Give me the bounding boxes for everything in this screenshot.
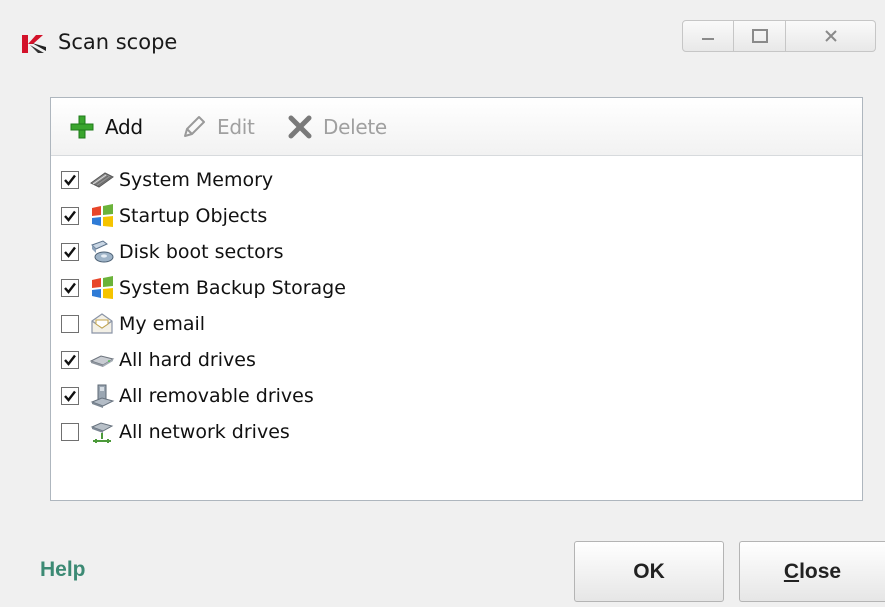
list-item-system-memory[interactable]: System Memory <box>61 162 346 198</box>
email-icon <box>89 311 115 337</box>
window-controls <box>682 20 882 54</box>
item-label: Disk boot sectors <box>119 241 284 263</box>
pencil-icon <box>181 114 207 140</box>
edit-button[interactable]: Edit <box>181 112 255 142</box>
add-button[interactable]: Add <box>69 112 143 142</box>
scan-scope-dialog: Scan scope Add Edit Delete System Memory… <box>0 0 885 607</box>
list-item-startup-objects[interactable]: Startup Objects <box>61 198 346 234</box>
list-item-all-hard-drives[interactable]: All hard drives <box>61 342 346 378</box>
checkbox-all-hard-drives[interactable] <box>61 351 79 369</box>
windows-flag-icon <box>89 203 115 229</box>
ok-label: OK <box>633 559 665 583</box>
close-icon <box>824 30 837 42</box>
edit-label: Edit <box>217 115 255 139</box>
disk-boot-icon <box>89 239 115 265</box>
item-label: All network drives <box>119 421 290 443</box>
list-item-system-backup-storage[interactable]: System Backup Storage <box>61 270 346 306</box>
checkbox-system-backup-storage[interactable] <box>61 279 79 297</box>
kaspersky-logo-icon <box>20 32 48 56</box>
item-label: My email <box>119 313 206 335</box>
item-label: All removable drives <box>119 385 314 407</box>
checkbox-system-memory[interactable] <box>61 171 79 189</box>
maximize-button[interactable] <box>734 20 786 52</box>
window-title: Scan scope <box>58 30 178 54</box>
checkbox-disk-boot-sectors[interactable] <box>61 243 79 261</box>
maximize-icon <box>751 29 768 43</box>
checkbox-startup-objects[interactable] <box>61 207 79 225</box>
memory-chip-icon <box>89 167 115 193</box>
add-label: Add <box>105 115 143 139</box>
item-label: All hard drives <box>119 349 256 371</box>
list-item-all-network-drives[interactable]: All network drives <box>61 414 346 450</box>
close-button[interactable]: Close <box>739 541 885 602</box>
list-item-my-email[interactable]: My email <box>61 306 346 342</box>
close-label-mnemonic: C <box>783 559 800 583</box>
checkbox-all-network-drives[interactable] <box>61 423 79 441</box>
minimize-icon <box>702 38 714 40</box>
ok-button[interactable]: OK <box>574 541 724 602</box>
plus-icon <box>69 114 95 140</box>
network-drive-icon <box>89 419 115 445</box>
checkbox-my-email[interactable] <box>61 315 79 333</box>
list-item-disk-boot-sectors[interactable]: Disk boot sectors <box>61 234 346 270</box>
delete-button[interactable]: Delete <box>287 112 387 142</box>
close-label-rest: lose <box>799 559 842 583</box>
item-label: System Memory <box>119 169 274 191</box>
close-label: Close <box>784 560 841 584</box>
delete-label: Delete <box>323 115 387 139</box>
title-bar: Scan scope <box>0 14 885 76</box>
checkbox-all-removable-drives[interactable] <box>61 387 79 405</box>
minimize-button[interactable] <box>682 20 734 52</box>
removable-drive-icon <box>89 383 115 409</box>
list-item-all-removable-drives[interactable]: All removable drives <box>61 378 346 414</box>
close-window-button[interactable] <box>786 20 876 52</box>
scan-scope-panel: Add Edit Delete System Memory Startup Ob… <box>50 97 863 501</box>
item-label: Startup Objects <box>119 205 268 227</box>
hard-drive-icon <box>89 347 115 373</box>
toolbar: Add Edit Delete <box>51 98 862 156</box>
delete-x-icon <box>287 114 313 140</box>
help-link[interactable]: Help <box>40 558 86 582</box>
scan-object-list: System Memory Startup Objects Disk boot … <box>61 162 346 450</box>
item-label: System Backup Storage <box>119 277 346 299</box>
windows-flag-icon <box>89 275 115 301</box>
